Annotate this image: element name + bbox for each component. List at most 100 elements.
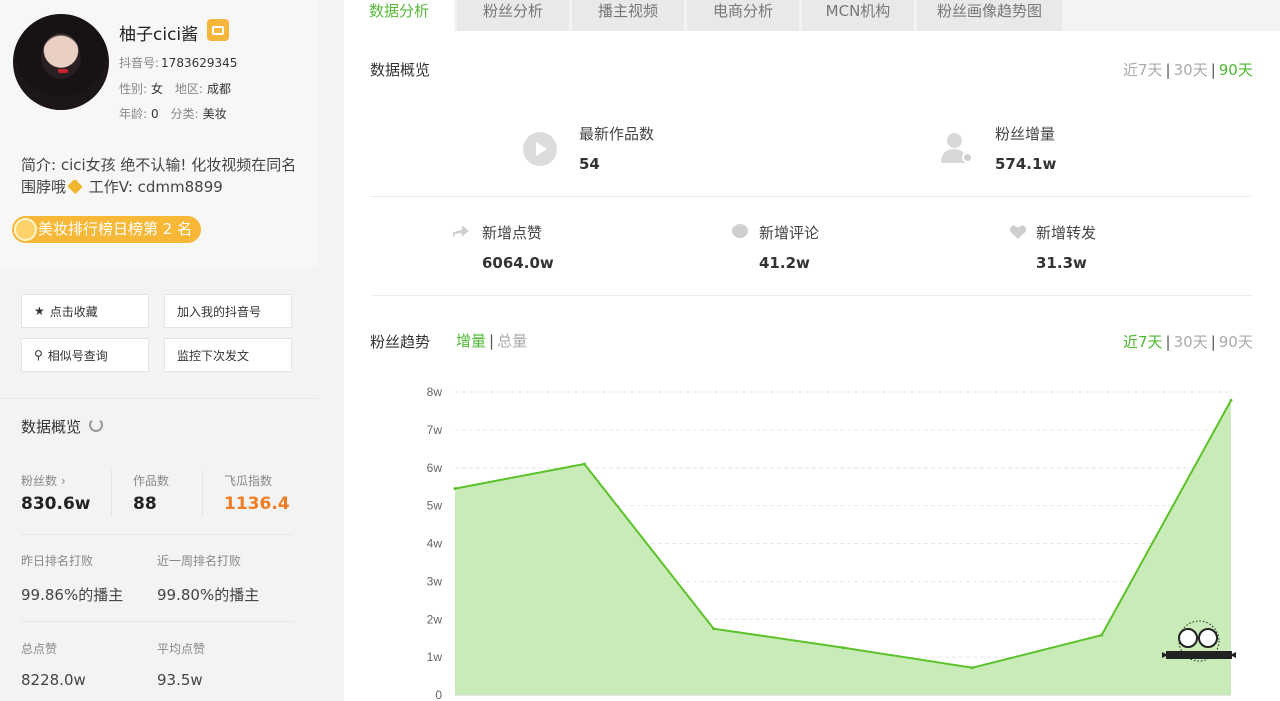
- trend-mode: 增量 | 总量: [456, 332, 528, 350]
- tab-ecommerce[interactable]: 电商分析: [687, 0, 799, 31]
- trend-title: 粉丝趋势: [370, 333, 431, 351]
- y-tick-label: 0: [435, 688, 442, 701]
- trend-range-7d[interactable]: 近7天: [1123, 333, 1163, 351]
- profile-name: 柚子cici酱: [119, 25, 199, 45]
- douyin-id: 1783629345: [161, 56, 238, 70]
- latest-works-value: 54: [579, 155, 600, 173]
- divider: [111, 470, 112, 516]
- total-likes-label: 总点赞: [21, 642, 58, 656]
- comment-icon: [732, 221, 748, 238]
- feigua-label: 飞瓜指数: [224, 474, 273, 488]
- new-shares-label: 新增转发: [1036, 224, 1097, 242]
- range-90d[interactable]: 90天: [1219, 61, 1253, 79]
- week-rank-value: 99.80%的播主: [157, 586, 260, 604]
- similar-search-button[interactable]: ⚲ 相似号查询: [21, 338, 149, 372]
- add-mine-label: 加入我的抖音号: [177, 304, 262, 319]
- tab-videos[interactable]: 播主视频: [572, 0, 684, 31]
- overview-range: 近7天 | 30天 | 90天: [1123, 61, 1253, 79]
- y-tick-label: 5w: [427, 499, 443, 513]
- range-30d[interactable]: 30天: [1174, 61, 1208, 79]
- trend-range-90d[interactable]: 90天: [1219, 333, 1253, 351]
- douyin-id-row: 抖音号: 1783629345: [119, 54, 245, 71]
- tab-fan-portrait[interactable]: 粉丝画像趋势图: [917, 0, 1062, 31]
- intro-line-1: 简介: cici女孩 绝不认输! 化妆视频在同名: [21, 156, 297, 174]
- gender-value: 女: [151, 82, 164, 96]
- trend-range-30d[interactable]: 30天: [1174, 333, 1208, 351]
- side-overview-title: 数据概览: [21, 418, 82, 436]
- data-point[interactable]: [453, 487, 457, 491]
- fans-label[interactable]: 粉丝数 ›: [21, 472, 66, 489]
- fans-value: 830.6w: [21, 494, 91, 514]
- mode-total[interactable]: 总量: [497, 332, 527, 350]
- chevron-right-icon: ›: [60, 474, 66, 488]
- star-icon: ★: [34, 304, 45, 318]
- y-tick-label: 2w: [427, 612, 443, 626]
- y-tick-label: 1w: [427, 650, 443, 664]
- region-label: 地区:: [174, 82, 203, 96]
- trend-range: 近7天 | 30天 | 90天: [1123, 333, 1253, 351]
- feigua-value: 1136.4: [224, 494, 290, 514]
- latest-works-label: 最新作品数: [579, 125, 655, 143]
- profile-intro: 简介: cici女孩 绝不认输! 化妆视频在同名 围脖哦 工作V: cdmm88…: [21, 154, 313, 198]
- divider: [370, 196, 1252, 197]
- series-area: [455, 400, 1231, 695]
- douyin-id-label: 抖音号:: [119, 56, 160, 70]
- gender-region-row: 性别: 女 地区: 成都: [119, 80, 239, 97]
- favorite-button[interactable]: ★ 点击收藏: [21, 294, 149, 328]
- new-shares-value: 31.3w: [1036, 254, 1087, 272]
- monitor-label: 监控下次发文: [177, 348, 250, 363]
- monitor-button[interactable]: 监控下次发文: [164, 338, 292, 372]
- data-point[interactable]: [712, 627, 716, 631]
- yday-rank-label: 昨日排名打败: [21, 554, 94, 568]
- age-value: 0: [151, 107, 159, 121]
- play-icon: [523, 132, 557, 166]
- fans-trend-chart: 0 1w 2w 3w 4w 5w 6w 7w 8w: [427, 385, 1233, 701]
- y-tick-label: 6w: [427, 461, 443, 475]
- data-point[interactable]: [582, 462, 586, 466]
- y-tick-label: 4w: [427, 537, 443, 551]
- category-label: 分类:: [170, 107, 199, 121]
- age-label: 年龄:: [119, 107, 148, 121]
- yday-rank-value: 99.86%的播主: [21, 586, 124, 604]
- watermark-logo: [1162, 620, 1236, 662]
- crown-icon: [14, 218, 37, 241]
- profile-card: 柚子cici酱 抖音号: 1783629345 性别: 女 地区: 成都 年龄: 0 分…: [0, 0, 319, 268]
- age-category-row: 年龄: 0 分类: 美妆: [119, 105, 235, 122]
- works-value: 88: [133, 494, 157, 514]
- new-comments-value: 41.2w: [759, 254, 810, 272]
- favorite-label: 点击收藏: [49, 304, 98, 319]
- heart-icon: [67, 178, 83, 195]
- new-likes-value: 6064.0w: [482, 254, 554, 272]
- add-mine-button[interactable]: 加入我的抖音号: [164, 294, 292, 328]
- avatar: [13, 14, 109, 110]
- new-comments-label: 新增评论: [759, 224, 820, 242]
- tab-mcn[interactable]: MCN机构: [802, 0, 914, 31]
- divider: [21, 534, 293, 535]
- range-7d[interactable]: 近7天: [1123, 61, 1163, 79]
- gender-label: 性别:: [119, 82, 148, 96]
- rank-text: 美妆排行榜日榜第 2 名: [38, 220, 193, 238]
- rank-badge[interactable]: 美妆排行榜日榜第 2 名: [12, 216, 201, 243]
- works-label: 作品数: [133, 474, 170, 488]
- data-point[interactable]: [970, 666, 974, 670]
- data-point[interactable]: [841, 646, 845, 650]
- avg-likes-value: 93.5w: [157, 671, 203, 689]
- refresh-icon[interactable]: [89, 418, 103, 432]
- fans-growth-label: 粉丝增量: [995, 125, 1056, 143]
- y-tick-label: 3w: [427, 574, 443, 588]
- tab-data-analysis[interactable]: 数据分析: [344, 0, 454, 31]
- region-value: 成都: [206, 82, 231, 96]
- avg-likes-label: 平均点赞: [157, 642, 206, 656]
- sidebar: 柚子cici酱 抖音号: 1783629345 性别: 女 地区: 成都 年龄: 0 分…: [0, 0, 319, 701]
- divider: [0, 398, 319, 399]
- search-icon: ⚲: [34, 348, 43, 362]
- divider: [370, 295, 1252, 296]
- data-point[interactable]: [1229, 398, 1233, 402]
- intro-line-2a: 围脖哦: [21, 178, 67, 196]
- mode-increment[interactable]: 增量: [456, 332, 486, 350]
- divider: [202, 470, 203, 516]
- tab-fans-analysis[interactable]: 粉丝分析: [457, 0, 569, 31]
- user-plus-icon: [940, 131, 974, 165]
- fans-growth-value: 574.1w: [995, 155, 1057, 173]
- data-point[interactable]: [1100, 633, 1104, 637]
